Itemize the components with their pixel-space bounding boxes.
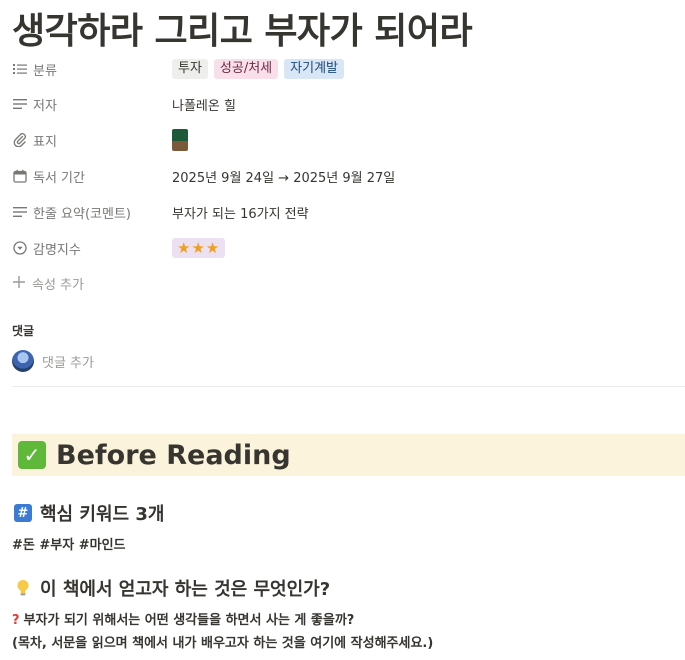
select-circle-icon	[12, 240, 28, 256]
reading-period-value[interactable]: 2025년 9월 24일 → 2025년 9월 27일	[172, 167, 395, 186]
property-label: 분류	[33, 63, 57, 79]
property-name-reading-period[interactable]: 독서 기간	[12, 167, 172, 186]
heading-goal-text: 이 책에서 얻고자 하는 것은 무엇인가?	[40, 579, 331, 600]
add-property-button[interactable]: 속성 추가	[12, 274, 84, 293]
property-row-reading-period: 독서 기간 2025년 9월 24일 → 2025년 9월 27일	[12, 165, 672, 187]
property-label: 감명지수	[33, 242, 81, 258]
callout-before-reading[interactable]: ✓ Before Reading	[12, 434, 685, 476]
guide-note-text[interactable]: (목차, 서문을 읽으며 책에서 내가 배우고자 하는 것을 여기에 작성해주세…	[12, 632, 433, 651]
list-icon	[12, 61, 28, 77]
hash-icon: #	[14, 504, 32, 522]
cover-value[interactable]	[172, 129, 188, 151]
callout-title: Before Reading	[56, 439, 291, 471]
property-name-category[interactable]: 분류	[12, 60, 172, 79]
property-row-summary: 한줄 요약(코멘트) 부자가 되는 16가지 전략	[12, 201, 672, 223]
question-text: 부자가 되기 위해서는 어떤 생각들을 하면서 사는 게 좋을까?	[23, 613, 355, 628]
text-lines-icon	[12, 204, 28, 220]
add-comment-input[interactable]: 댓글 추가	[42, 352, 94, 371]
property-row-author: 저자 나폴레온 힐	[12, 93, 672, 115]
plus-icon	[12, 275, 26, 293]
question-mark-icon: ?	[12, 613, 20, 628]
lightbulb-icon	[14, 578, 32, 598]
property-label: 한줄 요약(코멘트)	[33, 206, 131, 222]
property-label: 독서 기간	[33, 170, 85, 186]
property-row-category: 분류 투자 성공/처세 자기계발	[12, 58, 672, 80]
summary-value[interactable]: 부자가 되는 16가지 전략	[172, 203, 309, 222]
property-row-rating: 감명지수 ★★★	[12, 237, 672, 259]
heading-keywords-text: 핵심 키워드 3개	[40, 504, 165, 525]
page-title[interactable]: 생각하라 그리고 부자가 되어라	[12, 2, 473, 54]
book-cover-thumbnail[interactable]	[172, 129, 188, 151]
comments-heading: 댓글	[12, 324, 35, 338]
property-name-author[interactable]: 저자	[12, 95, 172, 114]
question-text-row[interactable]: ? 부자가 되기 위해서는 어떤 생각들을 하면서 사는 게 좋을까?	[12, 609, 354, 628]
avatar	[12, 350, 34, 372]
add-comment-row[interactable]: 댓글 추가	[12, 350, 94, 372]
calendar-icon	[12, 168, 28, 184]
star-rating[interactable]: ★★★	[172, 238, 226, 258]
tag-self-dev[interactable]: 자기계발	[284, 59, 344, 79]
paperclip-icon	[12, 132, 28, 148]
category-tags[interactable]: 투자 성공/처세 자기계발	[172, 59, 344, 79]
property-row-cover: 표지	[12, 129, 672, 151]
text-lines-icon	[12, 96, 28, 112]
property-label: 저자	[33, 98, 57, 114]
tag-success[interactable]: 성공/처세	[213, 59, 279, 79]
keywords-text[interactable]: #돈 #부자 #마인드	[12, 534, 126, 553]
divider	[12, 386, 685, 387]
property-name-summary[interactable]: 한줄 요약(코멘트)	[12, 203, 172, 222]
add-property-label: 속성 추가	[32, 278, 84, 293]
tag-invest[interactable]: 투자	[172, 59, 208, 79]
author-value[interactable]: 나폴레온 힐	[172, 95, 236, 114]
check-mark-icon: ✓	[18, 441, 46, 469]
property-name-cover[interactable]: 표지	[12, 131, 172, 150]
property-label: 표지	[33, 134, 57, 150]
rating-value[interactable]: ★★★	[172, 238, 226, 258]
heading-keywords[interactable]: # 핵심 키워드 3개	[14, 500, 164, 526]
heading-goal[interactable]: 이 책에서 얻고자 하는 것은 무엇인가?	[14, 575, 330, 601]
property-name-rating[interactable]: 감명지수	[12, 239, 172, 258]
